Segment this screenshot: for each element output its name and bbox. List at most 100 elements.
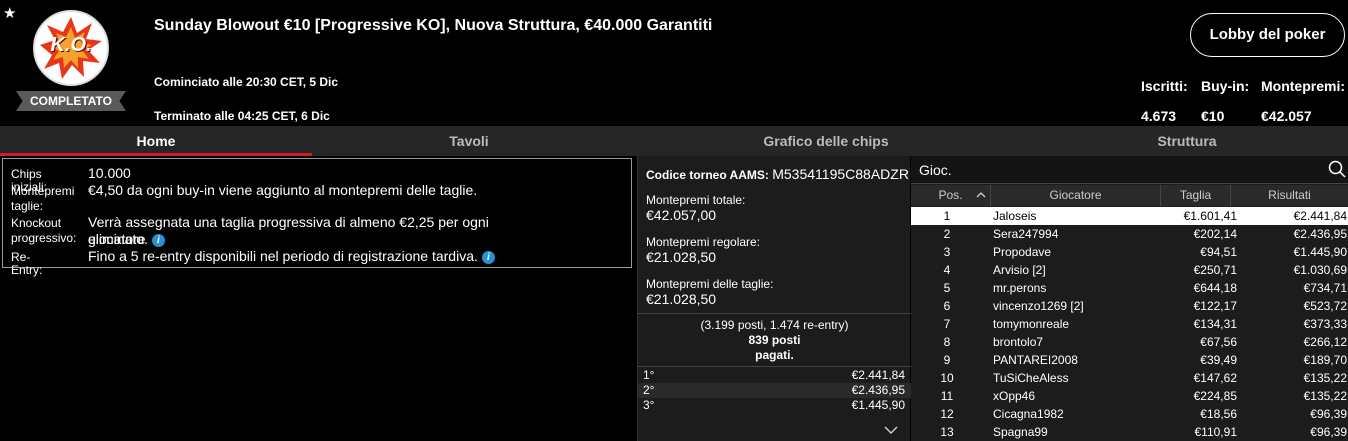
prize-row: 2° €2.436,95 [638,383,911,398]
table-row[interactable]: 3 Propodave €94,51 €1.445,90 [911,243,1348,261]
player-result: €2.441,84 [1293,209,1347,223]
player-name: TuSiCheAless [993,371,1069,385]
aams-code-row: Codice torneo AAMS: M53541195C88ADZR [646,166,909,182]
player-name: Propodave [993,245,1052,259]
column-results-header[interactable]: Risultati [1231,185,1348,206]
player-bounty: €110,91 [1194,425,1238,439]
prize-position: 1° [643,368,655,382]
table-row[interactable]: 12 Cicagna1982 €18,56 €96,39 [911,405,1348,423]
search-icon[interactable] [1328,160,1346,178]
table-row[interactable]: 8 brontolo7 €67,56 €266,12 [911,333,1348,351]
bounty-pool-total-label: Montepremi delle taglie: [646,277,774,291]
player-name: PANTAREI2008 [993,353,1078,367]
table-row[interactable]: 11 xOpp46 €224,85 €135,22 [911,387,1348,405]
player-name: mr.perons [993,281,1047,295]
info-icon[interactable]: i [481,250,495,264]
tournament-lobby: ★ K.O. COMPLETATO Sunday Blowout €10 [Pr… [0,0,1348,441]
reentry-label: Re-Entry: [11,250,43,277]
player-position: 3 [943,245,951,259]
progressive-ko-label-2: progressivo: [11,231,77,245]
table-row[interactable]: 9 PANTAREI2008 €39,49 €189,70 [911,351,1348,369]
table-row[interactable]: 1 Jaloseis €1.601,41 €2.441,84 [911,207,1348,225]
start-time: Cominciato alle 20:30 CET, 5 Dic [154,75,339,89]
column-pos-header[interactable]: Pos. [911,185,991,206]
player-bounty: €134,31 [1193,317,1237,331]
player-result: €96,39 [1310,407,1347,421]
tab-structure[interactable]: Struttura [1026,126,1348,156]
table-row[interactable]: 13 Spagna99 €110,91 €96,39 [911,423,1348,441]
player-position: 8 [943,335,951,349]
info-icon[interactable]: i [151,233,165,247]
ko-logo-circle: K.O. [33,10,109,86]
player-result: €135,22 [1303,389,1347,403]
player-result: €373,33 [1303,317,1347,331]
player-search-input[interactable] [911,156,1321,183]
bounty-pool-label-1: Montepremi [11,184,75,198]
player-name: Spagna99 [993,425,1048,439]
player-bounty: €39,49 [1200,353,1237,367]
tab-bar: Home Tavoli Grafico delle chips Struttur… [0,126,1348,156]
divider [638,366,911,367]
progressive-ko-value-2: eliminato. [88,231,148,247]
player-name: Cicagna1982 [993,407,1064,421]
bounty-pool-total-value: €21.028,50 [646,291,717,307]
player-bounty: €67,56 [1200,335,1237,349]
sort-ascending-icon[interactable] [975,189,987,201]
player-bounty: €1.601,41 [1183,209,1237,223]
player-position: 7 [943,317,951,331]
prize-pool-panel: Codice torneo AAMS: M53541195C88ADZR Mon… [637,156,911,441]
player-name: Jaloseis [993,209,1037,223]
player-search-bar [911,156,1348,184]
player-position: 9 [943,353,951,367]
player-bounty: €147,62 [1193,371,1237,385]
tab-tables[interactable]: Tavoli [312,126,626,156]
players-panel: Pos. Giocatore Taglia Risultati 1 Jalosei… [911,156,1348,441]
bounty-pool-label-2: taglie: [11,199,44,213]
paid-label: pagati. [755,348,794,362]
table-row[interactable]: 10 TuSiCheAless €147,62 €135,22 [911,369,1348,387]
prize-position: 2° [643,383,655,397]
table-row[interactable]: 5 mr.perons €644,18 €734,71 [911,279,1348,297]
table-row[interactable]: 6 vincenzo1269 [2] €122,17 €523,72 [911,297,1348,315]
player-result: €1.030,69 [1293,263,1347,277]
poker-lobby-button[interactable]: Lobby del poker [1190,13,1345,57]
player-result: €1.445,90 [1293,245,1347,259]
tab-home[interactable]: Home [0,126,312,156]
player-result: €189,70 [1303,353,1347,367]
prize-amount: €2.436,95 [851,383,905,397]
status-badge: COMPLETATO [16,91,126,111]
total-pool-label: Montepremi totale: [646,193,746,207]
player-bounty: €202,14 [1193,227,1237,241]
buyin-label: Buy-in: [1201,78,1250,94]
ko-logo: K.O. COMPLETATO [16,10,126,111]
header: ★ K.O. COMPLETATO Sunday Blowout €10 [Pr… [0,0,1348,125]
favorite-star-icon[interactable]: ★ [3,4,16,22]
player-bounty: €644,18 [1193,281,1237,295]
registered-value: 4.673 [1141,108,1177,124]
player-position: 4 [943,263,951,277]
prize-pool-label: Montepremi: [1261,78,1345,94]
player-bounty: €250,71 [1193,263,1237,277]
player-result: €2.436,95 [1293,227,1347,241]
chevron-down-icon[interactable] [884,426,898,434]
places-info: (3.199 posti, 1.474 re-entry) [700,318,849,332]
starting-chips-value: 10.000 [88,165,131,181]
player-name: tomymonreale [993,317,1070,331]
player-name: brontolo7 [993,335,1044,349]
progressive-ko-label-1: Knockout [11,216,62,230]
paid-places: 839 posti [748,333,801,347]
registered-label: Iscritti: [1141,78,1188,94]
prize-position: 3° [643,398,655,412]
column-bounty-header[interactable]: Taglia [1161,185,1231,206]
table-row[interactable]: 7 tomymonreale €134,31 €373,33 [911,315,1348,333]
table-row[interactable]: 4 Arvisio [2] €250,71 €1.030,69 [911,261,1348,279]
player-name: vincenzo1269 [2] [993,299,1084,313]
player-position: 6 [943,299,951,313]
tab-chip-graph[interactable]: Grafico delle chips [626,126,1026,156]
ko-logo-text: K.O. [50,34,92,56]
player-name: Sera247994 [993,227,1059,241]
player-result: €135,22 [1303,371,1347,385]
total-pool-value: €42.057,00 [646,207,717,223]
table-row[interactable]: 2 Sera247994 €202,14 €2.436,95 [911,225,1348,243]
column-player-header[interactable]: Giocatore [991,185,1161,206]
